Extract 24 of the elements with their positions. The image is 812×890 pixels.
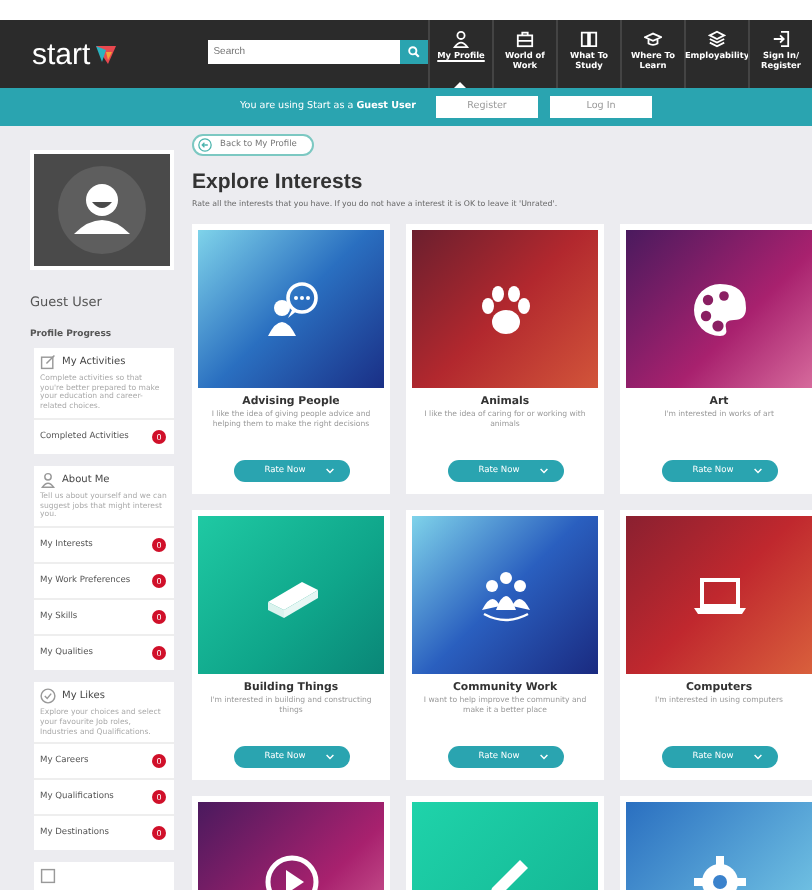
caret-icon [753, 468, 762, 474]
nav-icon [516, 30, 534, 48]
nav-icon [708, 30, 726, 48]
back-arrow-icon [198, 138, 212, 152]
logo-text: start [32, 37, 91, 71]
page-title: Explore Interests [192, 170, 365, 194]
nav-icon [644, 30, 662, 48]
nav-icon [580, 30, 598, 48]
nav-icon [772, 30, 790, 48]
section-icon [40, 354, 56, 370]
caret-icon [325, 468, 334, 474]
section-icon [40, 868, 56, 885]
caret-icon [539, 754, 548, 760]
search-icon [408, 46, 420, 58]
nav-icon [452, 30, 470, 48]
section-icon [40, 688, 56, 705]
caret-icon [539, 468, 548, 474]
search-button[interactable] [400, 40, 428, 64]
logo-icon [94, 43, 119, 65]
section-icon [40, 471, 56, 488]
caret-icon [753, 754, 762, 760]
avatar-icon [58, 166, 146, 254]
caret-icon [325, 754, 334, 760]
start-logo[interactable]: start [32, 20, 176, 88]
